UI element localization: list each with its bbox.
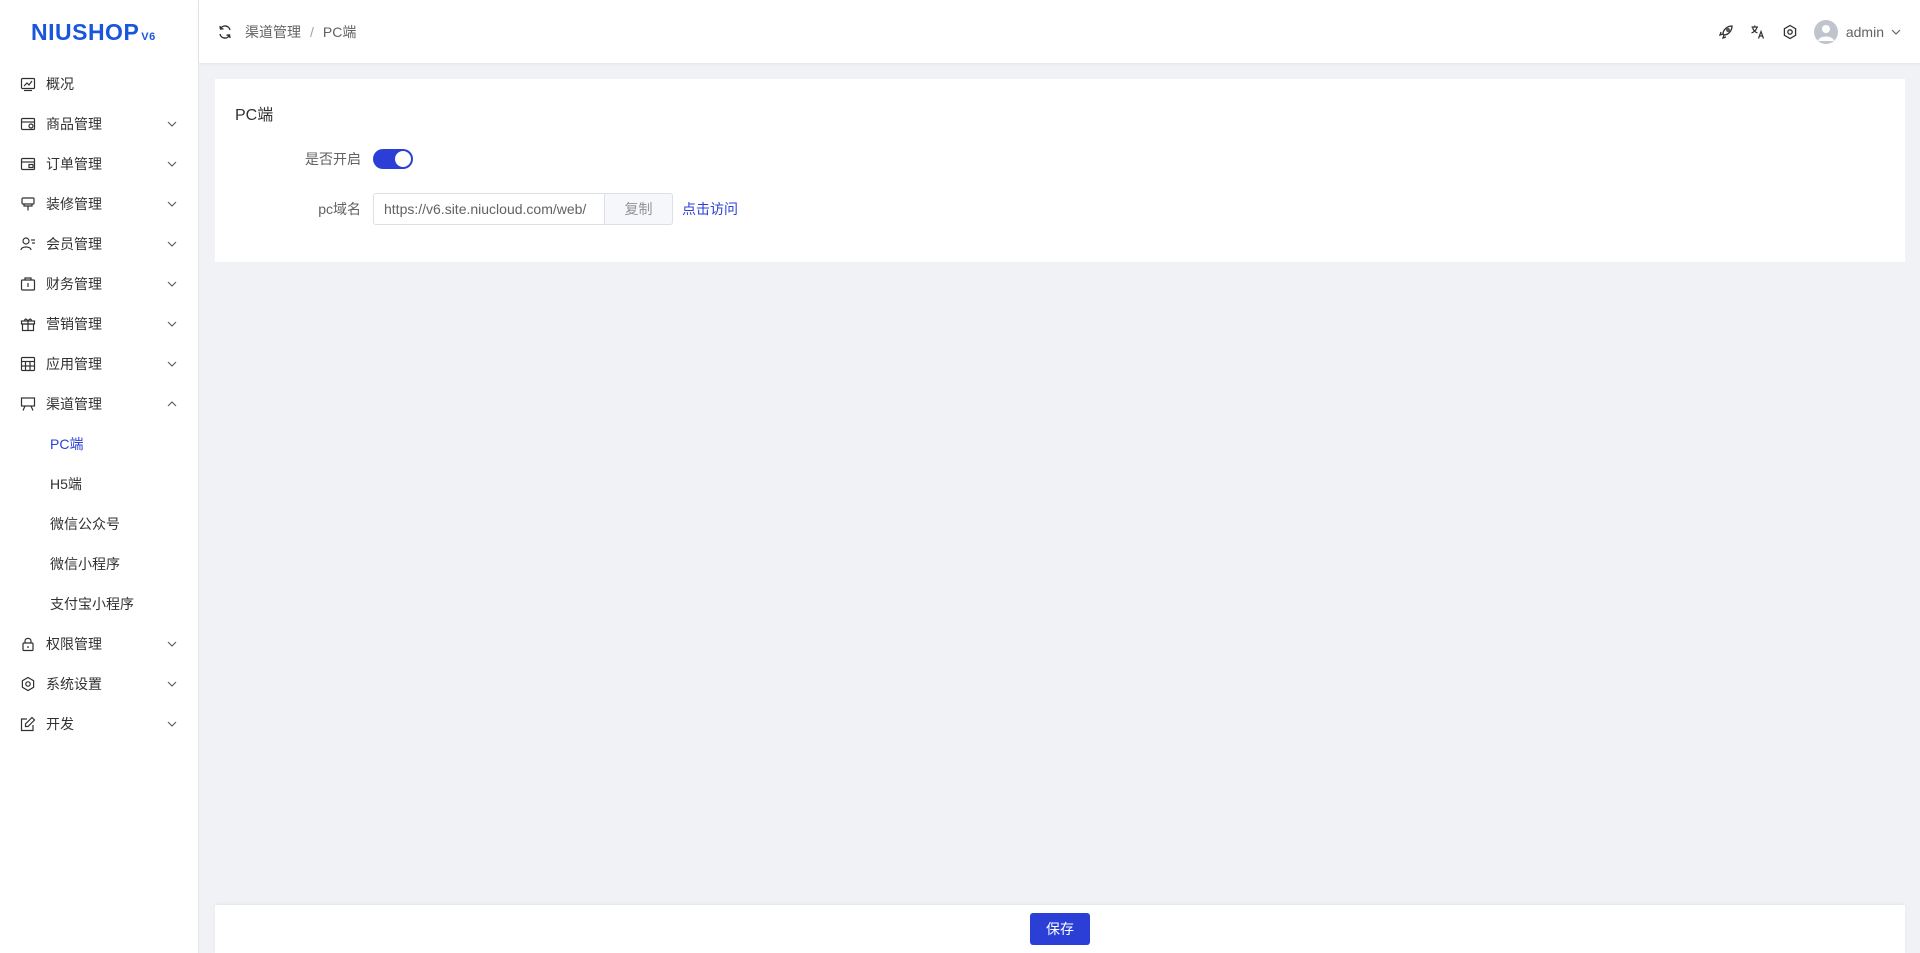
sidebar-item-label: 渠道管理 [46,396,102,412]
enable-toggle[interactable] [373,149,413,169]
domain-input-group: https://v6.site.niucloud.com/web/ 复制 [373,193,673,225]
order-icon [20,156,36,172]
rocket-icon[interactable] [1718,24,1734,40]
chevron-down-icon [166,238,178,250]
sidebar-subitem-label: 微信公众号 [50,516,120,532]
sidebar: NIUSHOP V6 概况 商品管理 订单管理 装修管理 会员管理 财务管理 营… [0,0,199,953]
breadcrumb-separator: / [310,23,314,40]
sidebar-item-channel[interactable]: 渠道管理 [0,384,198,424]
sidebar-item-label: 系统设置 [46,676,102,692]
channel-icon [20,396,36,412]
domain-input[interactable]: https://v6.site.niucloud.com/web/ [373,193,605,225]
page-title: PC端 [235,107,274,124]
chevron-down-icon [166,638,178,650]
sidebar-subitem-wechat-mini[interactable]: 微信小程序 [0,544,198,584]
logo[interactable]: NIUSHOP V6 [0,0,198,64]
member-icon [20,236,36,252]
sidebar-subitem-pc[interactable]: PC端 [0,424,198,464]
sidebar-item-orders[interactable]: 订单管理 [0,144,198,184]
chevron-down-icon [166,198,178,210]
chevron-down-icon [166,318,178,330]
chevron-down-icon [166,158,178,170]
sidebar-subitem-label: H5端 [50,476,82,492]
pc-settings-card: PC端 是否开启 pc域名 https://v6.site.niucloud.c… [215,79,1905,262]
avatar[interactable] [1813,19,1838,44]
decorate-icon [20,196,36,212]
header-actions: admin [1702,0,1902,63]
refresh-icon[interactable] [217,24,233,40]
sidebar-item-label: 订单管理 [46,156,102,172]
save-button[interactable]: 保存 [1030,913,1090,945]
enable-row: 是否开启 [215,143,413,175]
gift-icon [20,316,36,332]
enable-label: 是否开启 [305,151,361,167]
visit-link[interactable]: 点击访问 [682,199,738,219]
sidebar-item-marketing[interactable]: 营销管理 [0,304,198,344]
sidebar-item-overview[interactable]: 概况 [0,64,198,104]
edit-icon [20,716,36,732]
sidebar-subitem-wechat-official[interactable]: 微信公众号 [0,504,198,544]
sidebar-item-label: 开发 [46,716,74,732]
lock-icon [20,636,36,652]
sidebar-item-develop[interactable]: 开发 [0,704,198,744]
sidebar-item-label: 应用管理 [46,356,102,372]
line-chart-icon [20,76,36,92]
breadcrumb-item[interactable]: 渠道管理 [245,22,301,42]
copy-button[interactable]: 复制 [605,193,673,225]
translate-icon[interactable] [1750,24,1766,40]
domain-label: pc域名 [318,201,361,217]
sidebar-item-permissions[interactable]: 权限管理 [0,624,198,664]
sidebar-item-decorate[interactable]: 装修管理 [0,184,198,224]
sidebar-item-settings[interactable]: 系统设置 [0,664,198,704]
sidebar-item-members[interactable]: 会员管理 [0,224,198,264]
footer-bar: 保存 [215,905,1905,953]
chevron-down-icon [166,118,178,130]
sidebar-item-label: 装修管理 [46,196,102,212]
chevron-down-icon [166,278,178,290]
logo-text: NIUSHOP [31,18,140,45]
sidebar-item-label: 概况 [46,76,74,92]
chevron-down-icon [166,678,178,690]
logo-version: V6 [141,31,156,43]
sidebar-item-apps[interactable]: 应用管理 [0,344,198,384]
sidebar-item-label: 会员管理 [46,236,102,252]
breadcrumb: 渠道管理 / PC端 [245,22,356,42]
sidebar-menu: 概况 商品管理 订单管理 装修管理 会员管理 财务管理 营销管理 应用管理 渠道… [0,64,198,744]
sidebar-item-label: 权限管理 [46,636,102,652]
sidebar-subitem-alipay-mini[interactable]: 支付宝小程序 [0,584,198,624]
sidebar-subitem-label: 微信小程序 [50,556,120,572]
gear-icon[interactable] [1782,24,1798,40]
domain-row: pc域名 https://v6.site.niucloud.com/web/ 复… [215,193,738,225]
finance-icon [20,276,36,292]
sidebar-subitem-label: PC端 [50,436,84,452]
toggle-knob [395,151,411,167]
chevron-down-icon [166,358,178,370]
chevron-up-icon [166,398,178,410]
sidebar-subitem-h5[interactable]: H5端 [0,464,198,504]
sidebar-item-label: 营销管理 [46,316,102,332]
chevron-down-icon[interactable] [1890,26,1902,38]
goods-icon [20,116,36,132]
sidebar-item-label: 商品管理 [46,116,102,132]
breadcrumb-current: PC端 [322,23,357,40]
sidebar-subitem-label: 支付宝小程序 [50,596,134,612]
sidebar-item-finance[interactable]: 财务管理 [0,264,198,304]
username[interactable]: admin [1846,24,1884,40]
chevron-down-icon [166,718,178,730]
app-grid-icon [20,356,36,372]
gear-icon [20,676,36,692]
sidebar-item-goods[interactable]: 商品管理 [0,104,198,144]
sidebar-item-label: 财务管理 [46,276,102,292]
top-header: 渠道管理 / PC端 admin [199,0,1920,63]
